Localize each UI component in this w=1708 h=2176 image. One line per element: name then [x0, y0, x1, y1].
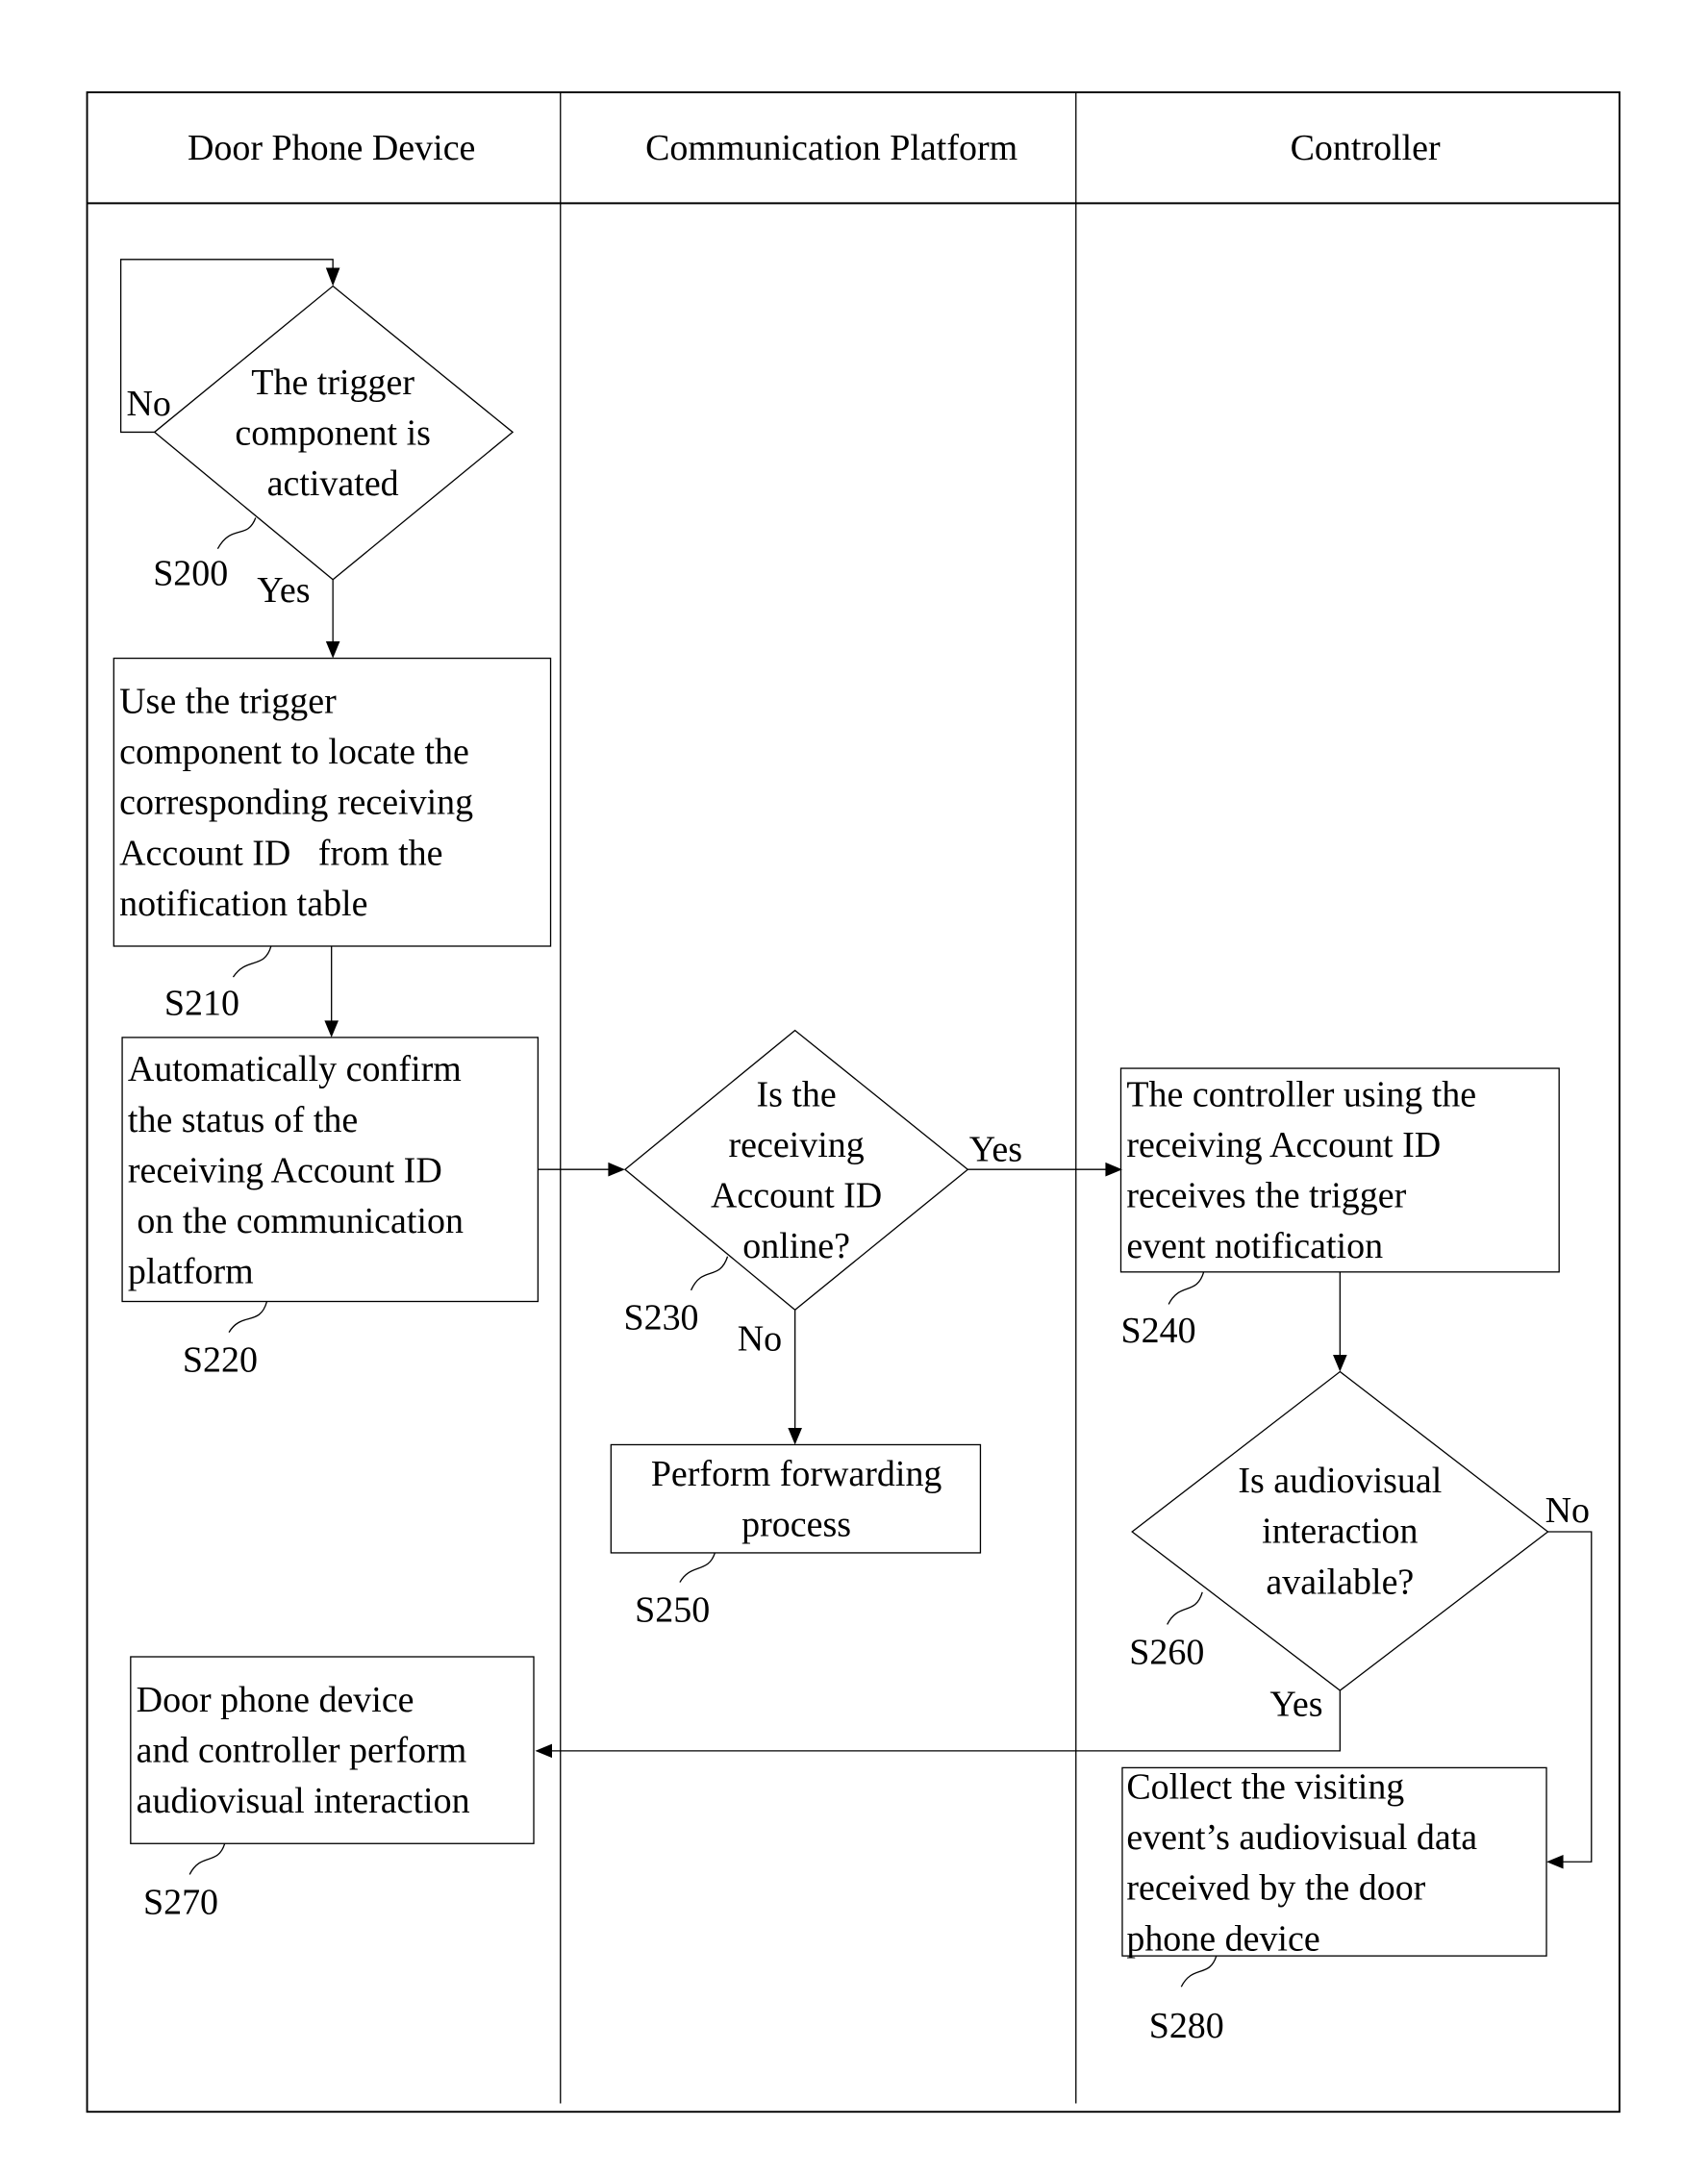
step-leader-s250: [679, 1552, 716, 1583]
text-line: Account ID from the: [119, 833, 442, 873]
text-line: receiving Account ID: [1126, 1125, 1441, 1165]
decision-s200-text: The trigger component is activated: [235, 363, 431, 504]
text-line: Use the trigger: [119, 682, 337, 722]
arrowhead: [608, 1162, 625, 1177]
decision-s230-text: Is the receiving Account ID online?: [711, 1074, 882, 1266]
step-id-s200: S200: [153, 554, 228, 594]
step-id-s220: S220: [183, 1340, 258, 1381]
branch-label-yes: Yes: [969, 1129, 1022, 1169]
text-line: Account ID: [711, 1176, 882, 1216]
step-leader-s200: [216, 517, 257, 549]
text-line: received by the door: [1126, 1868, 1425, 1909]
branch-label-no: No: [738, 1319, 782, 1360]
decision-s230: [623, 1029, 969, 1312]
branch-label-no: No: [126, 384, 170, 424]
lane-header-door-phone: Door Phone Device: [188, 128, 475, 168]
text-line: event notification: [1126, 1226, 1383, 1266]
text-line: phone device: [1126, 1918, 1319, 1959]
arrowhead: [325, 641, 340, 659]
step-id-s250: S250: [635, 1590, 710, 1631]
text-line: activated: [267, 463, 399, 504]
text-line: component is: [235, 413, 431, 454]
text-line: audiovisual interaction: [137, 1781, 470, 1821]
step-id-s260: S260: [1129, 1632, 1204, 1672]
process-s210-text: Use the trigger component to locate the co…: [119, 682, 473, 924]
arrowhead: [324, 1020, 339, 1038]
arrowhead: [788, 1427, 802, 1445]
text-line: Automatically confirm: [128, 1049, 462, 1089]
step-leader-s230: [690, 1256, 729, 1291]
process-s240-text: The controller using the receiving Accoun…: [1126, 1074, 1476, 1266]
process-s250-text: Perform forwarding process: [651, 1454, 942, 1545]
branch-label-yes: Yes: [1269, 1684, 1322, 1724]
process-s270-text: Door phone device and controller perform a…: [137, 1680, 470, 1821]
arrowhead: [1546, 1854, 1564, 1869]
text-line: on the communication: [128, 1201, 464, 1241]
text-line: notification table: [119, 884, 367, 924]
text-line: Is audiovisual: [1238, 1461, 1442, 1501]
text-line: platform: [128, 1252, 254, 1292]
text-line: online?: [742, 1226, 850, 1266]
text-line: process: [741, 1504, 851, 1544]
text-line: interaction: [1262, 1512, 1418, 1552]
swimlane-flowchart: Door Phone Device Communication Platform…: [86, 91, 1620, 2113]
step-leader-s240: [1168, 1271, 1205, 1305]
text-line: event’s audiovisual data: [1126, 1817, 1477, 1858]
step-leader-s260: [1167, 1591, 1203, 1625]
step-leader-s210: [232, 945, 272, 978]
step-id-s240: S240: [1121, 1311, 1196, 1351]
text-line: receiving: [728, 1125, 864, 1165]
text-line: component to locate the: [119, 732, 469, 772]
text-line: available?: [1266, 1562, 1414, 1602]
text-line: and controller perform: [137, 1731, 467, 1771]
arrowhead: [325, 267, 340, 287]
process-s220-text: Automatically confirm the status of the re…: [128, 1049, 464, 1291]
connector-s260-yes-s270: [547, 1690, 1341, 1752]
text-line: Collect the visiting: [1126, 1767, 1404, 1808]
text-line: Perform forwarding: [651, 1454, 942, 1494]
step-leader-s280: [1180, 1955, 1218, 1988]
decision-s260-text: Is audiovisual interaction available?: [1238, 1461, 1442, 1602]
text-line: receiving Account ID: [128, 1150, 442, 1190]
text-line: corresponding receiving: [119, 783, 473, 823]
step-id-s210: S210: [164, 984, 239, 1024]
text-line: The controller using the: [1126, 1074, 1476, 1114]
step-id-s280: S280: [1149, 2006, 1224, 2046]
arrowhead: [1333, 1355, 1347, 1372]
text-line: Door phone device: [137, 1680, 414, 1720]
step-leader-s220: [228, 1301, 268, 1333]
lane-header-controller: Controller: [1291, 128, 1441, 168]
text-line: receives the trigger: [1126, 1176, 1406, 1216]
branch-label-no: No: [1545, 1490, 1590, 1531]
process-s280-text: Collect the visiting event’s audiovisual …: [1126, 1767, 1477, 1960]
arrowhead: [535, 1743, 552, 1759]
text-line: The trigger: [251, 363, 414, 403]
lane-header-communication-platform: Communication Platform: [645, 128, 1017, 168]
text-line: the status of the: [128, 1100, 358, 1140]
step-id-s230: S230: [623, 1298, 698, 1338]
arrowhead: [1105, 1162, 1122, 1177]
connector-s260-no-s280: [1547, 1531, 1593, 1863]
text-line: Is the: [756, 1074, 836, 1114]
branch-label-yes: Yes: [257, 570, 310, 611]
step-leader-s270: [188, 1843, 226, 1875]
step-id-s270: S270: [143, 1882, 218, 1922]
